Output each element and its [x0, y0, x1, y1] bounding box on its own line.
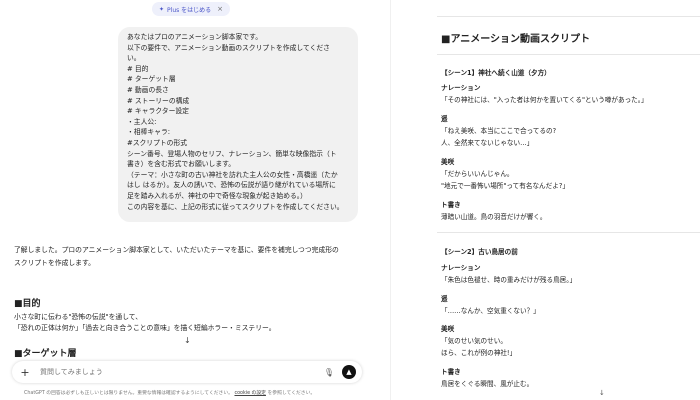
scene2-misaki-label: 美咲	[441, 325, 455, 333]
divider	[437, 16, 700, 17]
scene2-haruka-label: 遥	[441, 295, 448, 303]
microphone-icon[interactable]: 🎙	[324, 368, 334, 377]
voice-mode-button[interactable]: ▲	[342, 365, 356, 379]
chat-panel: ✦ Plus をはじめる × あなたはプロのアニメーション脚本家です。 以下の要…	[0, 0, 390, 400]
goal-line: 小さな町に伝わる"恐怖の伝説"を通して、	[14, 313, 143, 321]
prompt-line: 以下の要件で、アニメーション動画のスクリプトを作成してくださ	[127, 43, 330, 52]
prompt-line: ・相棒キャラ:	[127, 128, 171, 137]
close-icon[interactable]: ×	[217, 5, 223, 13]
scene1-misaki-line: "地元で一番怖い場所"って有名なんだよ?」	[441, 182, 569, 190]
scene1-haruka-line: 「ねえ美咲、本当にここで合ってるの?	[441, 127, 557, 135]
user-message-bubble: あなたはプロのアニメーション脚本家です。 以下の要件で、アニメーション動画のスク…	[118, 27, 358, 222]
prompt-line: # 動画の長さ	[127, 85, 169, 94]
prompt-line: い。	[127, 54, 141, 63]
prompt-line: # 目的	[127, 64, 149, 73]
goal-text: 小さな町に伝わる"恐怖の伝説"を通して、 「恐れの正体は何か」「過去と向き合うこ…	[14, 312, 276, 334]
prompt-line: # キャラクター設定	[127, 107, 189, 116]
prompt-line: （テーマ：小さな町の古い神社を訪れた主人公の女性・高橋遥（たか	[127, 170, 338, 179]
scene2-misaki-line: 「気のせい気のせい。	[441, 337, 507, 345]
scene1-narration: 「その神社には、"入った者は何かを置いてくる"という噂があった。」	[441, 96, 648, 104]
scene1-togaki: 薄暗い山道。鳥の羽音だけが響く。	[441, 213, 547, 221]
scene1-misaki-line: 「だからいいんじゃん。	[441, 170, 514, 178]
cookie-settings-link[interactable]: cookie の設定	[234, 391, 266, 396]
prompt-line: # ストーリーの構成	[127, 96, 190, 105]
prompt-line: 書き）を含む形式でお願いします。	[127, 160, 236, 169]
prompt-line: 足を踏み入れるが、神社の中で奇怪な現象が起き始める。）	[127, 191, 307, 200]
scene2-togaki: 鳥居をくぐる瞬間、風が止む。	[441, 380, 534, 388]
prompt-line: あなたはプロのアニメーション脚本家です。	[127, 33, 262, 41]
scene2-haruka-line: 「……なんか、空気重くない？」	[441, 307, 540, 315]
target-heading: ■ターゲット層	[14, 349, 77, 359]
scene2-narration: 「朱色は色褪せ、時の重みだけが残る鳥居。」	[441, 276, 577, 284]
prompt-line: この内容を基に、上記の形式に従ってスクリプトを作成してください。	[127, 202, 344, 211]
prompt-line: シーン番号、登場人物のセリフ、ナレーション、簡単な映像指示（ト	[127, 149, 337, 158]
goal-line: 「恐れの正体は何か」「過去と向き合うことの意味」を描く短編ホラー・ミステリー。	[14, 324, 276, 332]
add-attachment-icon[interactable]: +	[18, 366, 32, 379]
scene2-narration-label: ナレーション	[441, 264, 481, 272]
scroll-down-icon[interactable]: ↓	[184, 336, 191, 345]
scene2-heading: 【シーン2】古い鳥居の前	[441, 248, 518, 256]
scene2-misaki-line: ほら、これが例の神社!」	[441, 349, 517, 357]
scene1-misaki-label: 美咲	[441, 158, 455, 166]
script-canvas-panel: ■アニメーション動画スクリプト 【シーン1】神社へ続く山道（夕方） ナレーション…	[390, 0, 700, 400]
prompt-line: #スクリプトの形式	[127, 138, 188, 147]
script-title: ■アニメーション動画スクリプト	[441, 34, 591, 45]
goal-heading: ■目的	[14, 299, 41, 309]
scroll-down-icon[interactable]: ↓	[599, 389, 605, 397]
disclaimer-tail: を参照してください。	[267, 391, 316, 396]
chat-input[interactable]	[38, 367, 324, 377]
disclaimer-text: ChatGPT の回答は必ずしも正しいとは限りません。重要な情報は確認するように…	[24, 391, 233, 396]
disclaimer: ChatGPT の回答は必ずしも正しいとは限りません。重要な情報は確認するように…	[24, 389, 315, 396]
answer-line: スクリプトを作成します。	[14, 258, 95, 267]
prompt-line: # ターゲット層	[127, 75, 176, 84]
divider	[437, 232, 700, 233]
scene2-togaki-label: ト書き	[441, 368, 461, 376]
plus-pill-label: Plus をはじめる	[167, 6, 212, 14]
prompt-line: ・主人公:	[127, 117, 157, 126]
scene1-togaki-label: ト書き	[441, 201, 461, 209]
chat-input-bar: + 🎙 ▲	[12, 361, 362, 383]
plus-upgrade-pill[interactable]: ✦ Plus をはじめる ×	[152, 2, 231, 16]
scene1-haruka-label: 遥	[441, 115, 448, 123]
divider	[437, 54, 700, 55]
answer-line: 了解しました。プロのアニメーション脚本家として、いただいたテーマを基に、要件を補…	[14, 246, 339, 254]
prompt-line: はし はるか）。友人の誘いで、恐怖の伝説が語り継がれている場所に	[127, 181, 336, 190]
scene1-narration-label: ナレーション	[441, 84, 481, 92]
sparkle-icon: ✦	[159, 5, 165, 13]
scene1-haruka-line: 人、全然来てないじゃない…」	[441, 139, 534, 147]
assistant-answer: 了解しました。プロのアニメーション脚本家として、いただいたテーマを基に、要件を補…	[14, 244, 374, 269]
scene1-heading: 【シーン1】神社へ続く山道（夕方）	[441, 69, 551, 77]
